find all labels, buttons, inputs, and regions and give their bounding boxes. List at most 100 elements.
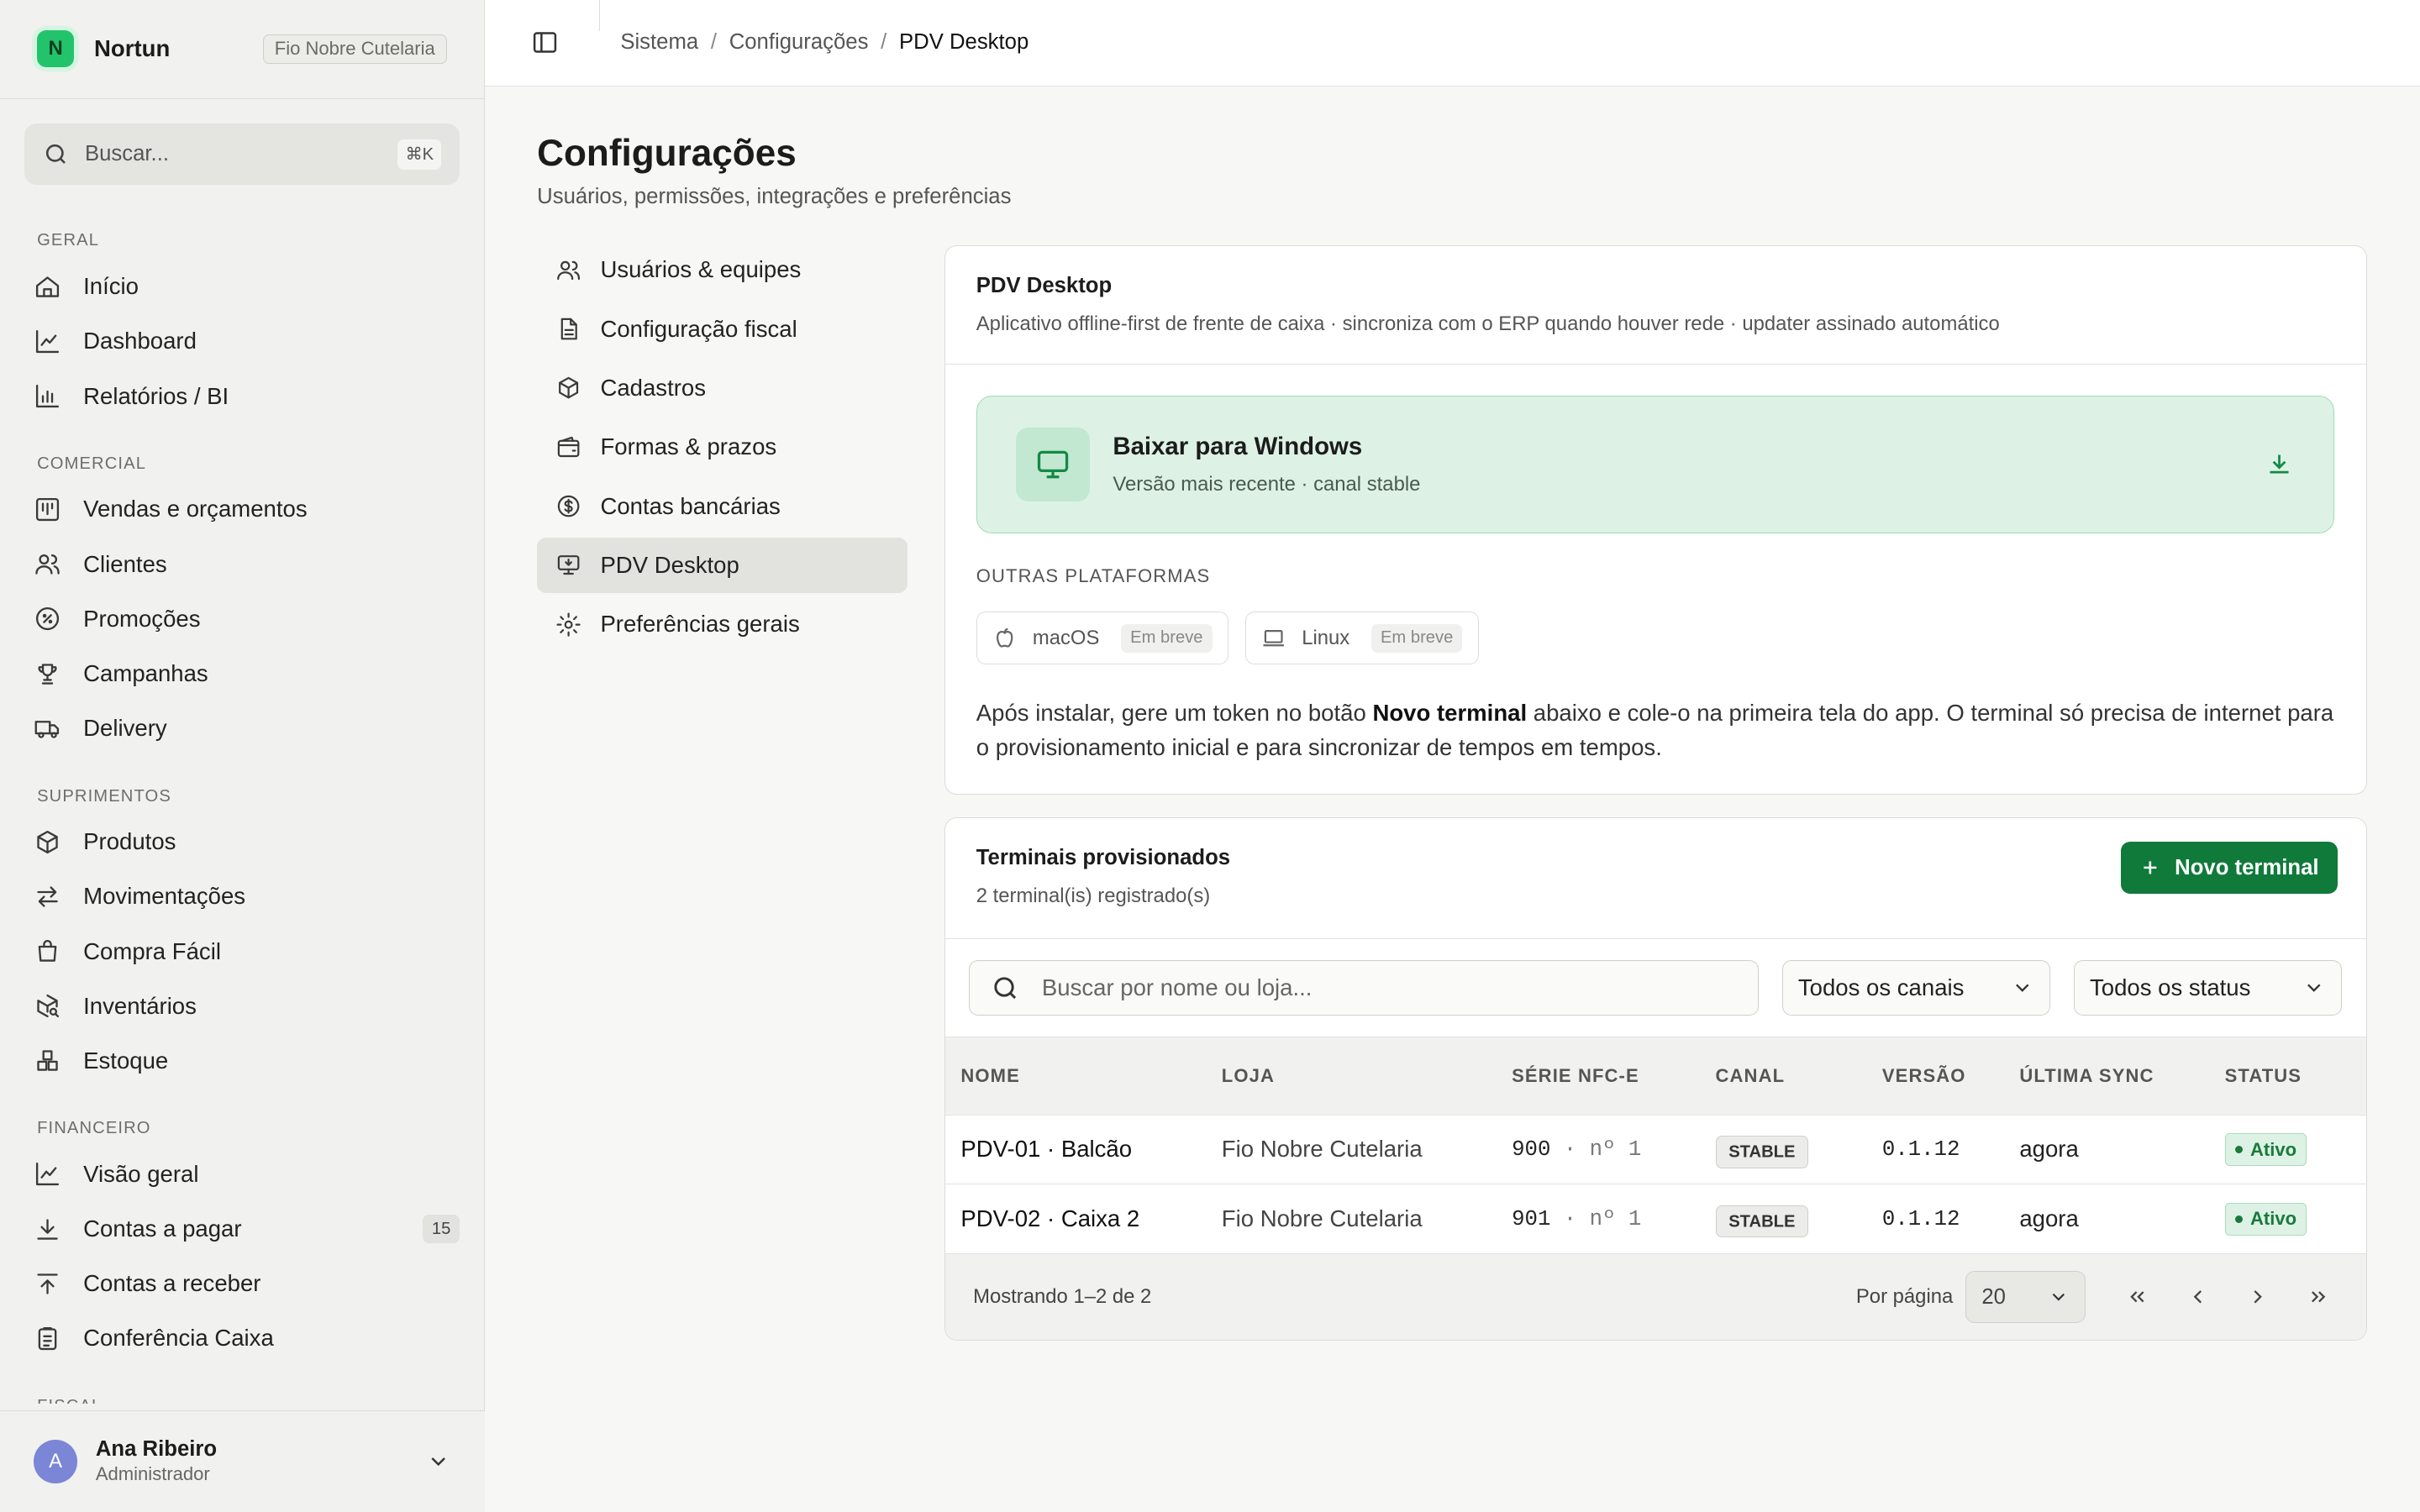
platform-linux: Linux Em breve xyxy=(1245,612,1479,664)
next-page-button[interactable] xyxy=(2228,1271,2288,1323)
terminals-card: Terminais provisionados 2 terminal(is) r… xyxy=(944,817,2368,1341)
sidebar-item[interactable]: Vendas e orçamentos xyxy=(0,482,485,537)
chevron-down-icon xyxy=(2052,1294,2065,1301)
settings-nav-label: Configuração fiscal xyxy=(600,315,797,342)
settings-subnav: Usuários & equipes Configuração fiscal Cad… xyxy=(537,242,908,655)
global-search[interactable]: Buscar... ⌘K xyxy=(24,123,460,186)
chevron-down-icon xyxy=(2307,984,2321,993)
sidebar-toggle-icon[interactable] xyxy=(531,29,559,56)
settings-nav-item[interactable]: Preferências gerais xyxy=(537,596,908,652)
line-chart-icon xyxy=(36,329,60,353)
chevron-down-icon[interactable] xyxy=(426,1449,450,1473)
search-icon xyxy=(46,144,66,164)
terminal-search-input[interactable] xyxy=(1041,974,1691,1001)
terminal-channel-cell: STABLE xyxy=(1700,1184,1867,1254)
tenant-badge[interactable]: Fio Nobre Cutelaria xyxy=(262,34,447,64)
table-row[interactable]: PDV-01 · Balcão Fio Nobre Cutelaria 900 · … xyxy=(945,1115,2367,1185)
status-badge: Ativo xyxy=(2224,1133,2307,1167)
table-row[interactable]: PDV-02 · Caixa 2 Fio Nobre Cutelaria 901 ·… xyxy=(945,1184,2367,1254)
separator: · xyxy=(1550,1137,1590,1162)
terminal-status-cell: Ativo xyxy=(2209,1115,2367,1185)
user-menu[interactable]: A Ana Ribeiro Administrador xyxy=(0,1410,485,1512)
settings-nav-item[interactable]: Configuração fiscal xyxy=(537,302,908,357)
truck-icon xyxy=(34,720,60,738)
sidebar-item-label: Campanhas xyxy=(83,660,208,687)
first-page-button[interactable] xyxy=(2107,1271,2168,1323)
page-subtitle: Usuários, permissões, integrações e pref… xyxy=(537,185,1012,209)
column-header: LOJA xyxy=(1206,1037,1497,1116)
settings-nav-item[interactable]: Cadastros xyxy=(537,360,908,416)
breadcrumb-configuracoes[interactable]: Configurações xyxy=(729,30,869,55)
sidebar-item[interactable]: Contas a receber xyxy=(0,1257,485,1311)
sidebar-item-label: Promoções xyxy=(83,605,201,632)
sidebar-item[interactable]: Inventários xyxy=(0,979,485,1033)
sidebar: N Nortun Fio Nobre Cutelaria Buscar... ⌘… xyxy=(0,0,485,1512)
install-instructions: Após instalar, gere um token no botão No… xyxy=(976,696,2350,764)
sidebar-item[interactable]: Clientes xyxy=(0,537,485,591)
terminal-name: PDV-01 · Balcão xyxy=(945,1115,1207,1185)
settings-nav-label: PDV Desktop xyxy=(600,552,739,579)
sidebar-item[interactable]: Produtos xyxy=(0,815,485,869)
new-terminal-button[interactable]: Novo terminal xyxy=(2120,841,2338,895)
other-platforms-label: OUTRAS PLATAFORMAS xyxy=(976,565,1211,587)
serie-number: 900 xyxy=(1512,1137,1551,1162)
sidebar-item[interactable]: Contas a pagar 15 xyxy=(0,1202,485,1257)
terminal-search[interactable] xyxy=(968,959,1759,1016)
status-filter-select[interactable]: Todos os status xyxy=(2073,959,2343,1016)
terminal-serie: 901 · nº 1 xyxy=(1496,1184,1701,1254)
discount-icon xyxy=(36,607,60,631)
status-label: Ativo xyxy=(2249,1208,2297,1230)
settings-nav-item[interactable]: Usuários & equipes xyxy=(537,242,908,297)
sidebar-item[interactable]: Estoque xyxy=(0,1033,485,1088)
sidebar-item-label: Clientes xyxy=(83,550,167,577)
last-page-button[interactable] xyxy=(2288,1271,2349,1323)
sidebar-item-label: Estoque xyxy=(83,1047,169,1074)
arrows-icon xyxy=(37,886,59,907)
settings-nav-item[interactable]: Contas bancárias xyxy=(537,479,908,534)
sidebar-item[interactable]: Promoções xyxy=(0,591,485,646)
board-icon xyxy=(36,497,60,522)
download-windows-button[interactable]: Baixar para Windows Versão mais recente … xyxy=(976,396,2335,533)
note-text: Após instalar, gere um token no botão xyxy=(976,700,1373,727)
sidebar-item[interactable]: Início xyxy=(0,260,485,314)
terminal-last-sync: agora xyxy=(2003,1115,2210,1185)
column-header: VERSÃO xyxy=(1866,1037,2004,1116)
settings-nav-label: Usuários & equipes xyxy=(600,256,802,283)
sidebar-section-title: GERAL xyxy=(37,231,100,250)
sidebar-item[interactable]: Compra Fácil xyxy=(0,924,485,979)
monitor-icon xyxy=(1015,427,1090,501)
terminals-table-body: PDV-01 · Balcão Fio Nobre Cutelaria 900 · … xyxy=(945,1115,2367,1254)
channel-filter-select[interactable]: Todos os canais xyxy=(1781,959,2051,1016)
page-title: Configurações xyxy=(537,132,797,174)
sidebar-item-label: Produtos xyxy=(83,828,176,855)
serie-sequence: nº 1 xyxy=(1589,1137,1642,1162)
coming-soon-badge: Em breve xyxy=(1370,623,1463,653)
search-icon xyxy=(994,976,1017,999)
sidebar-item[interactable]: Movimentações xyxy=(0,869,485,924)
sidebar-item[interactable]: Delivery xyxy=(0,701,485,756)
channel-badge: STABLE xyxy=(1715,1136,1809,1168)
column-header: ÚLTIMA SYNC xyxy=(2003,1037,2210,1116)
sidebar-item[interactable]: Relatórios / BI xyxy=(0,369,485,423)
sidebar-item[interactable]: Campanhas xyxy=(0,646,485,701)
sidebar-item[interactable]: Conferência Caixa xyxy=(0,1311,485,1366)
status-badge: Ativo xyxy=(2224,1202,2307,1236)
user-role: Administrador xyxy=(95,1463,210,1485)
sidebar-item-label: Dashboard xyxy=(83,328,197,354)
per-page-select[interactable]: 20 xyxy=(1965,1271,2086,1324)
file-icon xyxy=(560,318,578,340)
prev-page-button[interactable] xyxy=(2168,1271,2228,1323)
breadcrumb-sistema[interactable]: Sistema xyxy=(620,30,698,55)
settings-nav-item[interactable]: Formas & prazos xyxy=(537,419,908,475)
sidebar-item[interactable]: Dashboard xyxy=(0,314,485,369)
bag-icon xyxy=(39,940,57,962)
breadcrumb-separator: / xyxy=(881,30,887,55)
terminal-store: Fio Nobre Cutelaria xyxy=(1206,1184,1497,1254)
terminal-channel-cell: STABLE xyxy=(1700,1115,1867,1185)
wallet-icon xyxy=(557,436,580,457)
laptop-icon xyxy=(1263,629,1285,647)
trophy-icon xyxy=(38,663,57,685)
app-logo: N xyxy=(37,30,75,68)
settings-nav-item[interactable]: PDV Desktop xyxy=(537,538,908,594)
sidebar-item[interactable]: Visão geral xyxy=(0,1147,485,1201)
